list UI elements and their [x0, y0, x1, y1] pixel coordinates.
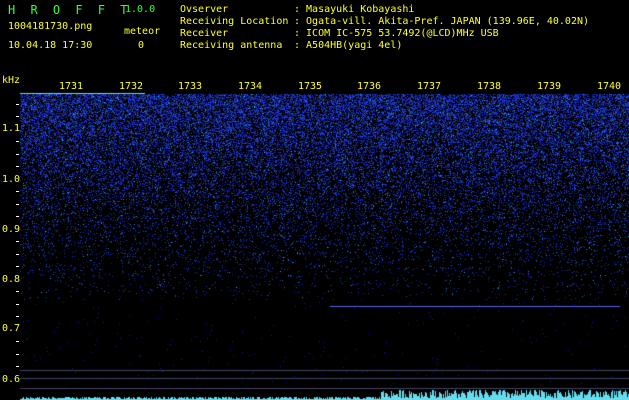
- meteor-count: 0: [138, 40, 145, 51]
- y-tick-mark: [16, 191, 19, 192]
- minute-label: 1737: [417, 81, 442, 92]
- location-value: : Ogata-vill. Akita-Pref. JAPAN (139.96E…: [294, 16, 590, 27]
- app-title: H R O F F T: [8, 3, 132, 17]
- minute-label: 1734: [238, 81, 263, 92]
- y-tick-mark: [16, 354, 19, 355]
- y-tick-label: 1.1: [2, 123, 21, 134]
- y-tick-mark: [16, 304, 19, 305]
- y-tick-mark: [16, 254, 19, 255]
- observer-value: : Masayuki Kobayashi: [294, 4, 415, 15]
- y-tick-mark: [16, 104, 19, 105]
- y-tick-mark: [16, 341, 19, 342]
- receiver-label: Receiver: [180, 28, 229, 39]
- y-tick-label: 0.9: [2, 224, 21, 235]
- y-tick-label: 0.6: [2, 374, 21, 385]
- y-tick-mark: [16, 154, 19, 155]
- location-label: Receiving Location: [180, 16, 289, 27]
- y-tick-mark: [16, 216, 19, 217]
- y-tick-mark: [16, 141, 19, 142]
- datetime-label: 10.04.18 17:30: [8, 40, 93, 51]
- minute-label: 1735: [298, 81, 323, 92]
- antenna-label: Receiving antenna: [180, 40, 283, 51]
- meteor-label: meteor: [124, 26, 161, 37]
- filename-label: 1004181730.png: [8, 21, 93, 32]
- y-tick-mark: [16, 204, 19, 205]
- y-tick-label: 1.0: [2, 174, 21, 185]
- y-tick-mark: [16, 366, 19, 367]
- y-tick-mark: [16, 241, 19, 242]
- y-tick-label: 0.7: [2, 323, 21, 334]
- y-axis-unit: kHz: [2, 75, 21, 86]
- receiver-value: : ICOM IC-575 53.7492(@LCD)MHz USB: [294, 28, 499, 39]
- spectrogram-canvas: [0, 0, 629, 400]
- y-tick-mark: [16, 166, 19, 167]
- y-tick-mark: [16, 316, 19, 317]
- version-label: 1.0.0: [125, 4, 156, 15]
- minute-label: 1733: [178, 81, 203, 92]
- y-tick-mark: [16, 266, 19, 267]
- minute-label: 1736: [357, 81, 382, 92]
- antenna-value: : A504HB(yagi 4el): [294, 40, 403, 51]
- minute-label: 1731: [59, 81, 84, 92]
- observer-label: Ovserver: [180, 4, 229, 15]
- y-tick-mark: [16, 116, 19, 117]
- minute-label: 1740: [597, 81, 622, 92]
- minute-label: 1739: [537, 81, 562, 92]
- minute-label: 1732: [119, 81, 144, 92]
- minute-label: 1738: [477, 81, 502, 92]
- y-tick-mark: [16, 291, 19, 292]
- y-tick-label: 0.8: [2, 274, 21, 285]
